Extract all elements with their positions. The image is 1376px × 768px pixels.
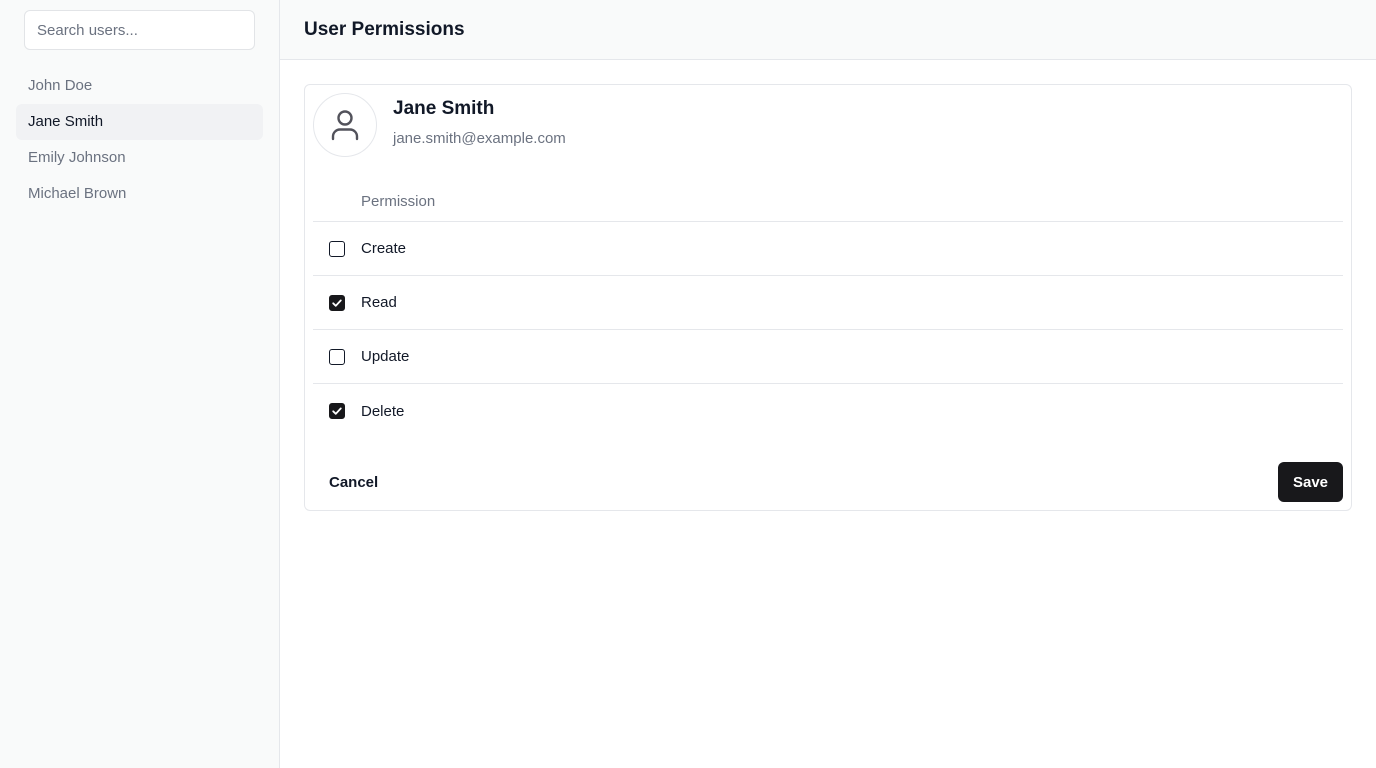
page-title: User Permissions <box>304 18 465 40</box>
permissions-table: Permission Create Read Update Delete <box>313 181 1343 438</box>
card-footer: Cancel Save <box>313 462 1343 502</box>
user-icon <box>331 110 359 141</box>
user-list-item-john-doe[interactable]: John Doe <box>16 68 263 104</box>
permission-row-delete: Delete <box>313 384 1343 438</box>
user-profile-header: Jane Smith jane.smith@example.com <box>313 93 1343 157</box>
delete-checkbox[interactable] <box>329 403 345 419</box>
user-list-item-emily-johnson[interactable]: Emily Johnson <box>16 140 263 176</box>
update-checkbox[interactable] <box>329 348 345 365</box>
sidebar: John Doe Jane Smith Emily Johnson Michae… <box>0 0 280 768</box>
permissions-card: Jane Smith jane.smith@example.com Permis… <box>304 84 1352 511</box>
permission-label: Update <box>361 348 410 365</box>
search-users-input[interactable] <box>24 10 255 50</box>
permission-row-create: Create <box>313 222 1343 276</box>
user-info: Jane Smith jane.smith@example.com <box>393 98 566 147</box>
avatar <box>313 93 377 157</box>
permission-row-read: Read <box>313 276 1343 330</box>
cancel-button[interactable]: Cancel <box>313 462 394 502</box>
permission-label: Read <box>361 294 397 311</box>
user-list: John Doe Jane Smith Emily Johnson Michae… <box>16 68 263 212</box>
permissions-table-header: Permission <box>313 181 1343 222</box>
permission-label: Create <box>361 240 407 257</box>
create-checkbox[interactable] <box>329 240 345 257</box>
user-email: jane.smith@example.com <box>393 129 566 147</box>
permission-row-update: Update <box>313 330 1343 384</box>
checkmark-icon <box>332 299 342 307</box>
main-panel: User Permissions Jane Smith jane.smith@e… <box>280 0 1376 768</box>
page-header: User Permissions <box>280 0 1376 60</box>
user-list-item-jane-smith[interactable]: Jane Smith <box>16 104 263 140</box>
checkmark-icon <box>332 407 342 415</box>
permission-label: Delete <box>361 402 405 420</box>
user-name: Jane Smith <box>393 97 495 119</box>
read-checkbox[interactable] <box>329 294 345 311</box>
user-list-item-michael-brown[interactable]: Michael Brown <box>16 176 263 212</box>
save-button[interactable]: Save <box>1278 462 1343 502</box>
permission-column-header: Permission <box>361 192 436 210</box>
content-area: Jane Smith jane.smith@example.com Permis… <box>280 60 1376 535</box>
